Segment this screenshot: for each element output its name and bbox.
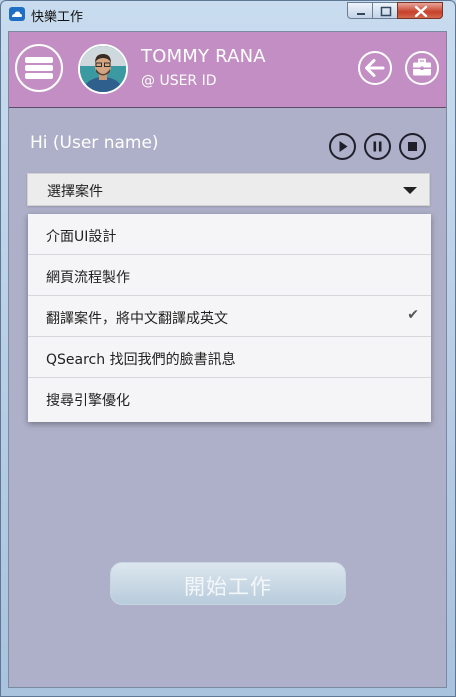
dropdown-option[interactable]: 網頁流程製作 bbox=[28, 255, 431, 296]
greeting-text: Hi (User name) bbox=[30, 133, 159, 153]
window-title: 快樂工作 bbox=[31, 10, 84, 25]
app-client-area: TOMMY RANA @ USER ID Hi (User name) 選擇案件… bbox=[8, 31, 447, 688]
avatar[interactable] bbox=[78, 44, 128, 94]
dropdown-option[interactable]: 搜尋引擎優化 bbox=[28, 378, 431, 419]
user-photo bbox=[80, 46, 126, 92]
stop-button[interactable] bbox=[399, 133, 426, 160]
dropdown-option[interactable]: 介面UI設計 bbox=[28, 214, 431, 255]
app-window: 快樂工作 TOMMY RANA @ USER ID Hi (User name)… bbox=[0, 0, 456, 697]
case-select[interactable]: 選擇案件 bbox=[27, 173, 430, 206]
hamburger-bar bbox=[25, 57, 53, 63]
dropdown-option-label: QSearch 找回我們的臉書訊息 bbox=[46, 352, 236, 368]
back-button[interactable] bbox=[358, 51, 392, 85]
dropdown-option-label: 搜尋引擎優化 bbox=[46, 393, 130, 409]
hamburger-bar bbox=[25, 65, 53, 71]
dropdown-option-selected[interactable]: 翻譯案件，將中文翻譯成英文 ✔ bbox=[28, 296, 431, 337]
minimize-button[interactable] bbox=[347, 2, 373, 19]
dropdown-option-label: 介面UI設計 bbox=[46, 229, 117, 245]
maximize-icon bbox=[380, 6, 392, 17]
pause-button[interactable] bbox=[364, 133, 391, 160]
maximize-button[interactable] bbox=[372, 2, 398, 19]
case-select-value: 選擇案件 bbox=[47, 184, 103, 200]
close-icon bbox=[414, 5, 428, 18]
hamburger-bar bbox=[25, 73, 53, 79]
close-button[interactable] bbox=[397, 2, 443, 19]
start-work-label: 開始工作 bbox=[184, 575, 272, 599]
briefcase-button[interactable] bbox=[405, 51, 439, 85]
arrow-left-icon bbox=[365, 59, 385, 77]
caret-down-icon bbox=[403, 187, 417, 194]
case-dropdown-menu: 介面UI設計 網頁流程製作 翻譯案件，將中文翻譯成英文 ✔ QSearch 找回… bbox=[28, 214, 431, 422]
pause-icon bbox=[373, 141, 382, 152]
minimize-icon bbox=[357, 13, 365, 15]
dropdown-option-label: 網頁流程製作 bbox=[46, 270, 130, 286]
cloud-icon bbox=[9, 7, 25, 21]
dropdown-option-label: 翻譯案件，將中文翻譯成英文 bbox=[46, 311, 228, 327]
checkmark-icon: ✔ bbox=[407, 307, 419, 323]
play-button[interactable] bbox=[329, 133, 356, 160]
hamburger-menu-button[interactable] bbox=[15, 44, 63, 92]
user-id: @ USER ID bbox=[141, 73, 217, 89]
user-name: TOMMY RANA bbox=[141, 46, 266, 67]
stop-icon bbox=[408, 142, 417, 151]
app-header: TOMMY RANA @ USER ID bbox=[9, 32, 446, 108]
play-icon bbox=[339, 141, 348, 152]
start-work-button[interactable]: 開始工作 bbox=[110, 562, 346, 605]
dropdown-option[interactable]: QSearch 找回我們的臉書訊息 bbox=[28, 337, 431, 378]
title-bar[interactable]: 快樂工作 bbox=[1, 1, 455, 27]
briefcase-icon bbox=[413, 58, 431, 76]
